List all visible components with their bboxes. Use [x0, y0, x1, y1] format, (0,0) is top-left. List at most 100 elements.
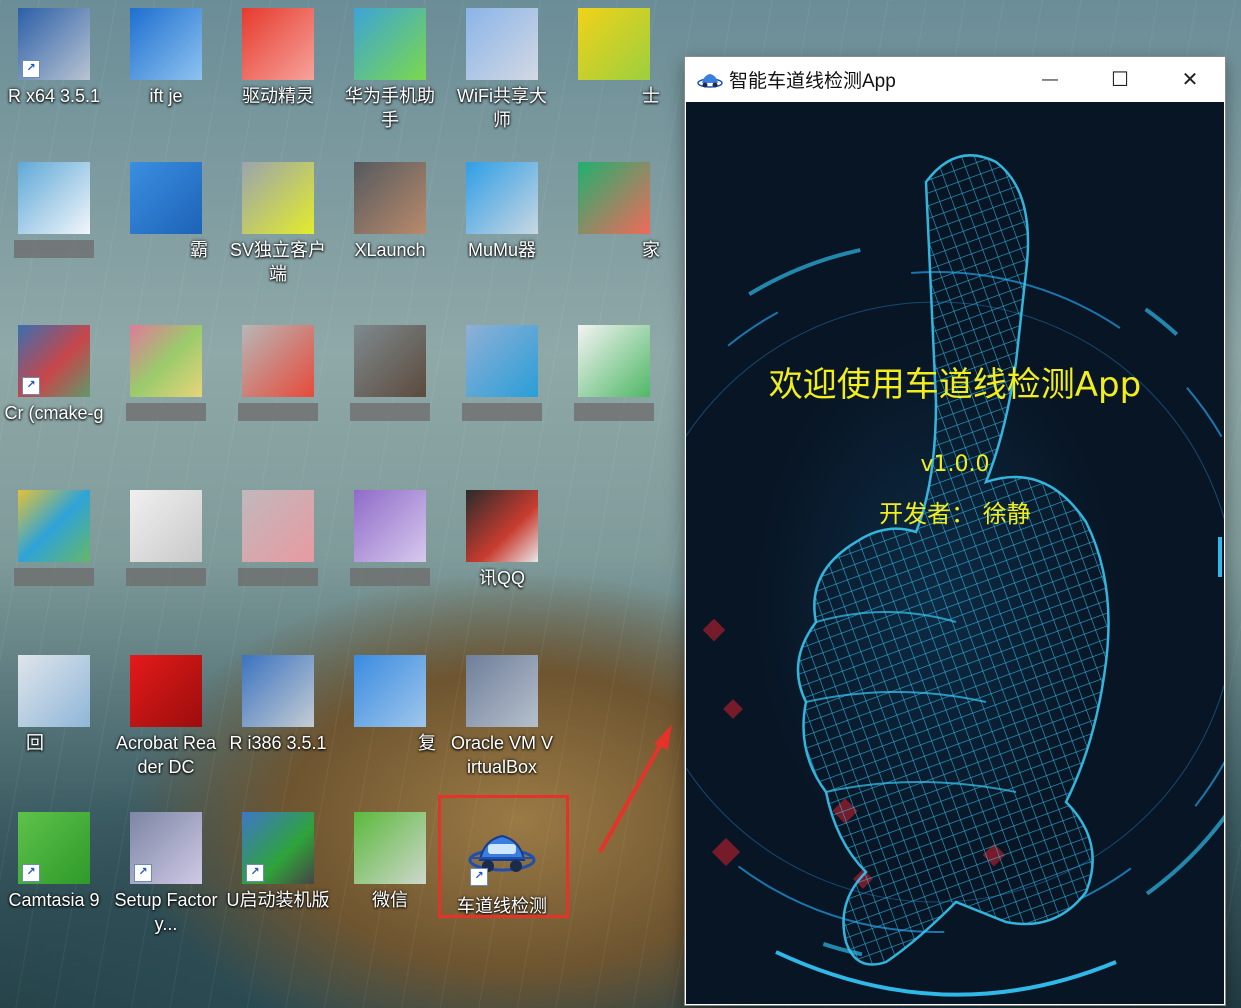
xlaunch-icon — [354, 162, 426, 234]
app-window[interactable]: 智能车道线检测App — ☐ ✕ 欢迎使用车道线检测App v1.0.0 开发者… — [685, 57, 1225, 1005]
desktop-icon-blurred[interactable] — [2, 490, 106, 591]
desktop-icon-antivirus[interactable]: 霸 — [114, 162, 218, 262]
guard-icon — [578, 8, 650, 80]
title-bar[interactable]: 智能车道线检测App — ☐ ✕ — [685, 57, 1225, 102]
blurred-label — [238, 403, 318, 421]
app-icon — [130, 325, 202, 397]
shortcut-arrow-icon: ↗ — [246, 864, 264, 882]
blurred-label — [126, 568, 206, 586]
desktop-icon-label: Setup Factory... — [114, 890, 218, 934]
developer-text: 开发者： 徐静 — [879, 500, 1031, 528]
desktop-icon-acrobat[interactable]: Acrobat Reader DC — [114, 655, 218, 779]
r-icon: ↗ — [18, 8, 90, 80]
app-icon — [18, 490, 90, 562]
blurred-label — [350, 568, 430, 586]
desktop-icon-setup-factory[interactable]: ↗ Setup Factory... — [114, 812, 218, 936]
desktop-icon-blurred[interactable] — [338, 325, 442, 426]
desktop-icon-home[interactable]: 家 — [562, 162, 666, 262]
desktop-icon-blurred[interactable] — [450, 325, 554, 426]
desktop-icon-label: MuMu器 — [467, 240, 536, 260]
desktop-icon-label: R x64 3.5.1 — [7, 86, 101, 106]
camtasia-icon: ↗ — [18, 812, 90, 884]
desktop-icon-u-boot[interactable]: ↗ U启动装机版 — [226, 812, 330, 912]
desktop-icon-drive-genius[interactable]: 驱动精灵 — [226, 8, 330, 108]
app-icon — [354, 490, 426, 562]
desktop-icon-cmake[interactable]: ↗ Cr (cmake-g — [2, 325, 106, 425]
desktop-icon-sv-client[interactable]: SV独立客户端 — [226, 162, 330, 286]
desktop-icon-xlaunch[interactable]: XLaunch — [338, 162, 442, 262]
blurred-label — [14, 568, 94, 586]
close-icon: ✕ — [1181, 69, 1199, 91]
desktop-icon-label: Oracle VM VirtualBox — [450, 733, 554, 777]
desktop-icon-blurred[interactable] — [226, 325, 330, 426]
wireframe-hand-illustration — [686, 154, 1224, 997]
app-icon — [466, 325, 538, 397]
desktop-icon-blurred[interactable] — [226, 490, 330, 591]
desktop-icon-blurred[interactable]: 复 — [338, 655, 442, 755]
version-text: v1.0.0 — [920, 452, 990, 477]
splash-screen: 欢迎使用车道线检测App v1.0.0 开发者： 徐静 — [686, 102, 1224, 1004]
app-icon — [578, 325, 650, 397]
desktop-icon-label: SV独立客户端 — [229, 240, 326, 284]
setup-factory-icon: ↗ — [130, 812, 202, 884]
desktop-icon-wechat[interactable]: 微信 — [338, 812, 442, 912]
blurred-label — [462, 403, 542, 421]
blurred-label — [14, 240, 94, 258]
blurred-label — [238, 568, 318, 586]
desktop-icon-wifi[interactable]: WiFi共享大师 — [450, 8, 554, 132]
desktop-icon-blurred[interactable] — [2, 162, 106, 263]
maximize-icon: ☐ — [1111, 69, 1129, 91]
acrobat-icon — [130, 655, 202, 727]
desktop-icon-label: 士 — [642, 86, 660, 106]
desktop-icon-label: 回 — [26, 733, 44, 753]
shortcut-arrow-icon: ↗ — [134, 864, 152, 882]
desktop-icon-label: 家 — [642, 240, 660, 260]
close-button[interactable]: ✕ — [1155, 57, 1225, 102]
desktop-icon-label: R i386 3.5.1 — [229, 733, 327, 753]
app-icon — [242, 490, 314, 562]
desktop-icon-blurred[interactable] — [114, 325, 218, 426]
desktop-icon-label: Camtasia 9 — [8, 890, 100, 910]
desktop-icon-huawei[interactable]: 华为手机助手 — [338, 8, 442, 132]
desktop-icon-blurred[interactable] — [338, 490, 442, 591]
shortcut-arrow-icon: ↗ — [22, 60, 40, 78]
recycle-bin-icon — [18, 655, 90, 727]
shortcut-arrow-icon: ↗ — [22, 377, 40, 395]
desktop-icon-label: 驱动精灵 — [242, 86, 314, 106]
desktop-icon-recycle[interactable]: 回 — [2, 655, 106, 755]
car-icon — [697, 73, 723, 88]
desktop-icon-label: WiFi共享大师 — [457, 86, 547, 130]
desktop-icon-label: U启动装机版 — [226, 890, 330, 910]
desktop-icon-label: 讯QQ — [478, 568, 525, 588]
cmake-icon: ↗ — [18, 325, 90, 397]
desktop-icon-label: XLaunch — [354, 240, 426, 260]
desktop-icon-mumu[interactable]: MuMu器 — [450, 162, 554, 262]
minimize-button[interactable]: — — [1015, 57, 1085, 102]
minimize-icon: — — [1042, 70, 1058, 88]
desktop-icon-blurred[interactable] — [114, 490, 218, 591]
desktop-icon-label: Cr (cmake-g — [4, 403, 104, 423]
blurred-label — [350, 403, 430, 421]
desktop-icon-label: 微信 — [372, 890, 408, 910]
edge-icon — [130, 8, 202, 80]
desktop-icon-blurred[interactable] — [562, 325, 666, 426]
desktop-icon-r-i386[interactable]: R i386 3.5.1 — [226, 655, 330, 755]
desktop-icon-label: ift je — [149, 86, 183, 106]
desktop-icon-camtasia[interactable]: ↗ Camtasia 9 — [2, 812, 106, 912]
app-icon — [18, 162, 90, 234]
huawei-assistant-icon — [354, 8, 426, 80]
r-icon — [242, 655, 314, 727]
desktop-icon-r-x64[interactable]: ↗ R x64 3.5.1 — [2, 8, 106, 108]
desktop-icon-qq[interactable]: 讯QQ — [450, 490, 554, 590]
mumu-icon — [466, 162, 538, 234]
wechat-icon — [354, 812, 426, 884]
maximize-button[interactable]: ☐ — [1085, 57, 1155, 102]
antivirus-icon — [130, 162, 202, 234]
welcome-text: 欢迎使用车道线检测App — [768, 365, 1142, 405]
highlight-box — [438, 795, 569, 918]
desktop-icon-virtualbox[interactable]: Oracle VM VirtualBox — [450, 655, 554, 779]
desktop-icon-guard[interactable]: 士 — [562, 8, 666, 108]
u-boot-icon: ↗ — [242, 812, 314, 884]
blurred-label — [126, 403, 206, 421]
desktop-icon-edge[interactable]: ift je — [114, 8, 218, 108]
